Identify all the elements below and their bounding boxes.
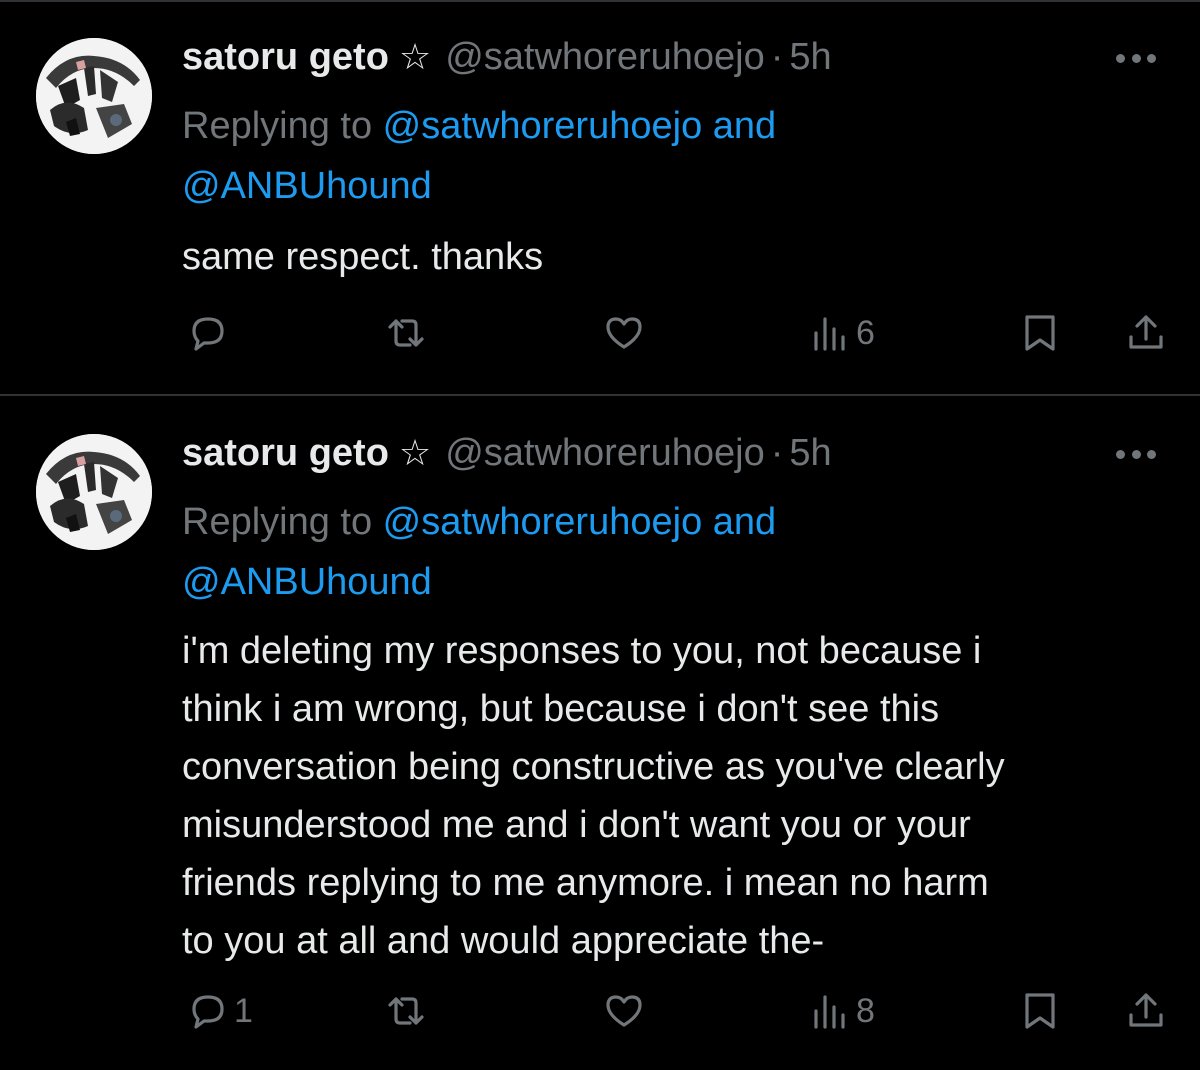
reply-button[interactable]: [186, 308, 234, 358]
share-icon: [1129, 315, 1163, 349]
mention-link[interactable]: @ANBUhound: [182, 165, 432, 207]
heart-icon: [606, 995, 642, 1027]
like-button[interactable]: [602, 986, 650, 1036]
tweet-text-line: misunderstood me and i don't want you or…: [182, 804, 971, 846]
views-button[interactable]: 6: [808, 308, 875, 358]
view-count: 6: [856, 313, 875, 352]
reply-icon: [192, 995, 224, 1029]
replying-to-label: Replying to: [182, 501, 383, 543]
replying-to: Replying to @satwhoreruhoejo and @ANBUho…: [182, 96, 1142, 216]
bookmark-icon: [1025, 993, 1055, 1029]
tweet-text: i'm deleting my responses to you, not be…: [182, 622, 1172, 970]
reply-button[interactable]: 1: [186, 986, 253, 1036]
separator-dot: ·: [770, 432, 784, 474]
replying-to-label: Replying to: [182, 105, 383, 147]
replying-to: Replying to @satwhoreruhoejo and @ANBUho…: [182, 492, 1142, 612]
author-handle[interactable]: @satwhoreruhoejo: [445, 36, 765, 79]
star-icon: ☆: [398, 432, 432, 473]
mention-link[interactable]: @satwhoreruhoejo: [383, 105, 703, 147]
author-handle[interactable]: @satwhoreruhoejo: [445, 432, 765, 475]
avatar[interactable]: [36, 434, 152, 550]
mention-link[interactable]: @ANBUhound: [182, 561, 432, 603]
timestamp[interactable]: 5h: [789, 432, 831, 475]
timestamp[interactable]: 5h: [789, 36, 831, 79]
retweet-button[interactable]: [384, 308, 432, 358]
author-name[interactable]: satoru geto: [182, 432, 389, 475]
star-icon: ☆: [398, 36, 432, 77]
tweet[interactable]: satoru geto ☆ @satwhoreruhoejo · 5h Repl…: [0, 396, 1200, 1070]
avatar-image: [36, 38, 152, 154]
avatar-image: [36, 434, 152, 550]
author-name[interactable]: satoru geto: [182, 36, 389, 79]
tweet-text-line: friends replying to me anymore. i mean n…: [182, 862, 989, 904]
tweet-actions: 1 8: [0, 986, 1200, 1036]
heart-icon: [606, 317, 642, 349]
tweet-text-line: to you at all and would appreciate the-: [182, 920, 825, 962]
more-dots-icon[interactable]: [1116, 52, 1156, 64]
reply-count: 1: [234, 991, 253, 1030]
share-icon: [1129, 993, 1163, 1027]
views-chart-icon: [814, 317, 845, 351]
mention-link[interactable]: @satwhoreruhoejo: [383, 501, 703, 543]
bookmark-button[interactable]: [1018, 308, 1062, 358]
view-count: 8: [856, 991, 875, 1030]
tweet-actions: 6: [0, 308, 1200, 358]
tweet-text: same respect. thanks: [182, 228, 1172, 286]
tweet[interactable]: satoru geto ☆ @satwhoreruhoejo · 5h Repl…: [0, 0, 1200, 394]
retweet-icon: [388, 997, 424, 1025]
bookmark-icon: [1025, 315, 1055, 351]
retweet-icon: [388, 319, 424, 347]
separator-dot: ·: [770, 36, 784, 78]
avatar[interactable]: [36, 38, 152, 154]
views-button[interactable]: 8: [808, 986, 875, 1036]
tweet-text-line: i'm deleting my responses to you, not be…: [182, 630, 982, 672]
share-button[interactable]: [1124, 986, 1168, 1036]
tweet-text-line: think i am wrong, but because i don't se…: [182, 688, 940, 730]
bookmark-button[interactable]: [1018, 986, 1062, 1036]
tweet-text-line: conversation being constructive as you'v…: [182, 746, 1005, 788]
timeline-feed: satoru geto ☆ @satwhoreruhoejo · 5h Repl…: [0, 0, 1200, 1070]
tweet-header: satoru geto ☆ @satwhoreruhoejo · 5h: [182, 432, 832, 482]
replying-to-conjunction: and: [702, 501, 777, 543]
tweet-text-line: same respect. thanks: [182, 236, 544, 278]
retweet-button[interactable]: [384, 986, 432, 1036]
tweet-header: satoru geto ☆ @satwhoreruhoejo · 5h: [182, 36, 832, 86]
replying-to-conjunction: and: [702, 105, 777, 147]
more-dots-icon[interactable]: [1116, 448, 1156, 460]
share-button[interactable]: [1124, 308, 1168, 358]
like-button[interactable]: [602, 308, 650, 358]
reply-icon: [192, 317, 224, 351]
views-chart-icon: [814, 995, 845, 1029]
